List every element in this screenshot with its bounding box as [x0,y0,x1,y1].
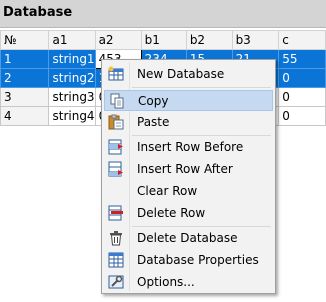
menu-item-new-database[interactable]: New Database [104,64,273,85]
options-icon [108,274,124,290]
grid-cell[interactable]: string2 [48,68,96,88]
menu-separator [132,226,271,227]
menu-item-label: Clear Row [137,184,198,198]
column-header-a1[interactable]: a1 [48,30,96,50]
paste-icon [108,114,124,130]
menu-item-label: Delete Database [137,231,238,245]
column-header-b1[interactable]: b1 [140,30,187,50]
row-number-cell[interactable]: 4 [0,106,50,126]
menu-item-label: Insert Row After [137,162,233,176]
insert-row-after-icon [108,161,124,177]
insert-row-before-icon [108,139,124,155]
menu-item-label: Delete Row [137,206,206,220]
menu-item-label: Insert Row Before [137,140,244,154]
menu-item-label: Options... [137,275,195,289]
grid-cell[interactable]: 0 [278,87,326,107]
menu-item-label: Copy [138,94,169,108]
trash-icon [108,230,124,246]
menu-item-label: Paste [137,115,170,129]
grid-cell[interactable]: 55 [278,49,326,69]
column-header-a2[interactable]: a2 [94,30,142,50]
grid-cell[interactable]: 0 [278,68,326,88]
menu-separator [132,87,271,88]
row-number-cell[interactable]: 3 [0,87,50,107]
column-header-b2[interactable]: b2 [185,30,233,50]
delete-row-icon [108,205,124,221]
menu-item-options[interactable]: Options... [104,272,273,293]
column-header-c[interactable]: c [278,30,326,50]
panel-title-bar: Database [0,0,326,28]
row-number-cell[interactable]: 1 [0,49,50,69]
grid-cell[interactable]: string4 [48,106,96,126]
grid-cell[interactable]: string3 [48,87,96,107]
new-database-icon [108,66,124,82]
context-menu: New Database Copy Paste Insert Row Befor… [101,59,276,294]
menu-item-clear-row[interactable]: Clear Row [104,181,273,202]
database-properties-icon [108,252,124,268]
row-number-cell[interactable]: 2 [0,68,50,88]
menu-item-insert-row-before[interactable]: Insert Row Before [104,137,273,158]
column-header-number[interactable]: № [0,30,50,50]
menu-item-paste[interactable]: Paste [104,112,273,133]
column-header-b3[interactable]: b3 [231,30,280,50]
menu-item-database-properties[interactable]: Database Properties [104,250,273,271]
menu-item-delete-database[interactable]: Delete Database [104,228,273,249]
copy-icon [109,93,125,109]
menu-item-delete-row[interactable]: Delete Row [104,203,273,224]
menu-item-insert-row-after[interactable]: Insert Row After [104,159,273,180]
menu-item-copy[interactable]: Copy [104,90,273,111]
grid-cell[interactable]: 0 [278,106,326,126]
menu-item-label: New Database [137,67,225,81]
panel-title: Database [3,5,73,20]
menu-item-label: Database Properties [137,253,259,267]
menu-separator [132,135,271,136]
grid-cell[interactable]: string1 [48,49,96,69]
grid-header-row: № a1 a2 b1 b2 b3 c [0,30,326,50]
